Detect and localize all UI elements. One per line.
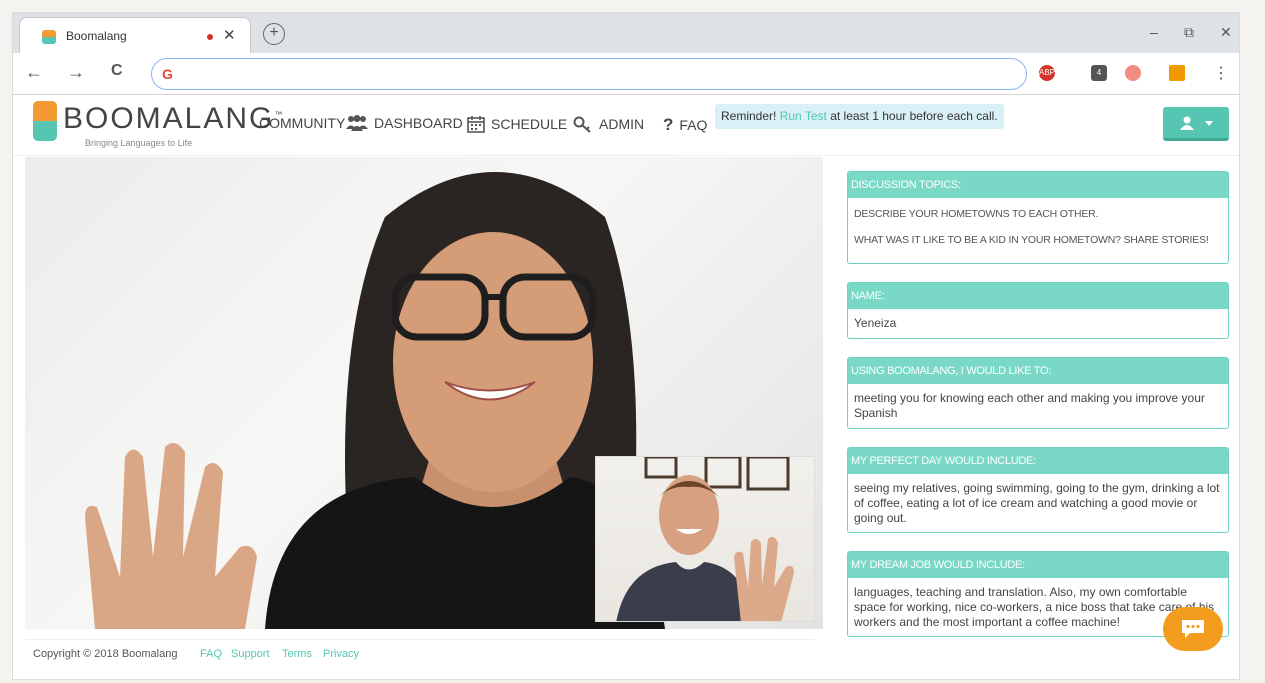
address-input[interactable]: G xyxy=(151,58,1027,90)
nav-community[interactable]: COMMUNITY xyxy=(259,115,345,131)
logo-text: BOOMALANG xyxy=(63,102,275,135)
dream-job-header: My dream job would include: xyxy=(848,552,1228,578)
recording-dot-icon xyxy=(207,34,213,40)
question-icon: ? xyxy=(663,115,674,134)
forward-icon[interactable]: → xyxy=(67,62,85,83)
reminder-suffix: at least 1 hour before each call. xyxy=(830,109,998,123)
discussion-topics-card: Discussion Topics: Describe your hometow… xyxy=(847,171,1229,264)
goal-card: Using Boomalang, I would like to: meetin… xyxy=(847,357,1229,429)
key-icon xyxy=(573,116,591,133)
footer-privacy-link[interactable]: Privacy xyxy=(323,648,359,660)
minimize-icon[interactable]: – xyxy=(1150,24,1158,40)
nav-admin-label: ADMIN xyxy=(599,116,645,132)
restore-icon[interactable]: ⧉ xyxy=(1184,24,1194,41)
perfect-day-header: My perfect day would include: xyxy=(848,448,1228,474)
nav-community-label: COMMUNITY xyxy=(259,115,346,131)
nav-dashboard-label: DASHBOARD xyxy=(374,115,463,131)
reminder-banner: Reminder! Run Test at least 1 hour befor… xyxy=(715,104,1004,129)
new-tab-button[interactable]: + xyxy=(263,23,285,45)
name-card: Name: Yeneiza xyxy=(847,282,1229,339)
users-icon xyxy=(346,115,368,131)
chat-button[interactable] xyxy=(1163,607,1223,651)
reminder-prefix: Reminder! xyxy=(721,109,777,123)
browser-menu-icon[interactable]: ⋮ xyxy=(1213,63,1229,83)
chat-bubble-icon xyxy=(1182,620,1204,638)
pie-extension-icon[interactable] xyxy=(1125,65,1141,81)
logo-tagline: Bringing Languages to Life xyxy=(85,138,193,148)
topic-1: Describe your hometowns to each other. xyxy=(854,208,1099,220)
reload-icon[interactable]: C xyxy=(111,62,123,80)
name-value: Yeneiza xyxy=(854,316,897,330)
browser-tab[interactable]: Boomalang ✕ xyxy=(19,17,251,53)
google-icon: G xyxy=(162,66,173,82)
site-header: BOOMALANG™ Bringing Languages to Life CO… xyxy=(13,96,1239,156)
perfect-day-value: seeing my relatives, going swimming, goi… xyxy=(854,481,1220,525)
tab-strip: Boomalang ✕ + – ⧉ ✕ xyxy=(13,13,1239,53)
run-test-link[interactable]: Run Test xyxy=(780,109,827,123)
address-toolbar: ← → C G ABP 4 ⋮ xyxy=(13,53,1239,95)
goal-header: Using Boomalang, I would like to: xyxy=(848,358,1228,384)
calendar-icon xyxy=(467,116,485,133)
local-video[interactable] xyxy=(595,456,815,622)
copyright-text: Copyright © 2018 Boomalang xyxy=(33,648,178,660)
adblock-extension-icon[interactable]: ABP xyxy=(1039,65,1055,81)
user-menu-button[interactable] xyxy=(1163,107,1229,141)
boomalang-favicon-icon xyxy=(42,30,56,44)
tab-title: Boomalang xyxy=(66,29,127,43)
back-icon[interactable]: ← xyxy=(25,62,43,83)
nav-dashboard[interactable]: DASHBOARD xyxy=(346,115,463,131)
footer-faq-link[interactable]: FAQ xyxy=(200,648,222,660)
nav-faq-label: FAQ xyxy=(679,117,708,133)
browser-window: Boomalang ✕ + – ⧉ ✕ ← → C G ABP 4 ⋮ BOOM… xyxy=(12,12,1240,680)
user-icon xyxy=(1180,116,1194,130)
nav-schedule[interactable]: SCHEDULE xyxy=(467,115,567,133)
name-header: Name: xyxy=(848,283,1228,309)
logo-wordmark[interactable]: BOOMALANG™ xyxy=(63,102,284,136)
topic-2: What was it like to be a kid in your hom… xyxy=(854,234,1209,246)
orange-extension-icon[interactable] xyxy=(1169,65,1185,81)
perfect-day-card: My perfect day would include: seeing my … xyxy=(847,447,1229,533)
caret-down-icon xyxy=(1205,121,1213,126)
footer-support-link[interactable]: Support xyxy=(231,648,270,660)
nav-schedule-label: SCHEDULE xyxy=(491,116,568,132)
goal-value: meeting you for knowing each other and m… xyxy=(854,391,1205,420)
footer-terms-link[interactable]: Terms xyxy=(282,648,312,660)
site-footer: Copyright © 2018 Boomalang FAQ Support T… xyxy=(25,639,815,669)
local-participant-video-frame xyxy=(616,457,794,621)
boomalang-logo-icon[interactable] xyxy=(33,101,57,141)
window-close-icon[interactable]: ✕ xyxy=(1220,24,1232,41)
partner-profile-panel: Discussion Topics: Describe your hometow… xyxy=(847,171,1229,637)
nav-faq[interactable]: ? FAQ xyxy=(663,115,707,135)
tab-close-icon[interactable]: ✕ xyxy=(223,26,236,44)
key-extension-icon[interactable]: 4 xyxy=(1091,65,1107,81)
discussion-topics-header: Discussion Topics: xyxy=(848,172,1228,198)
nav-admin[interactable]: ADMIN xyxy=(573,115,644,133)
